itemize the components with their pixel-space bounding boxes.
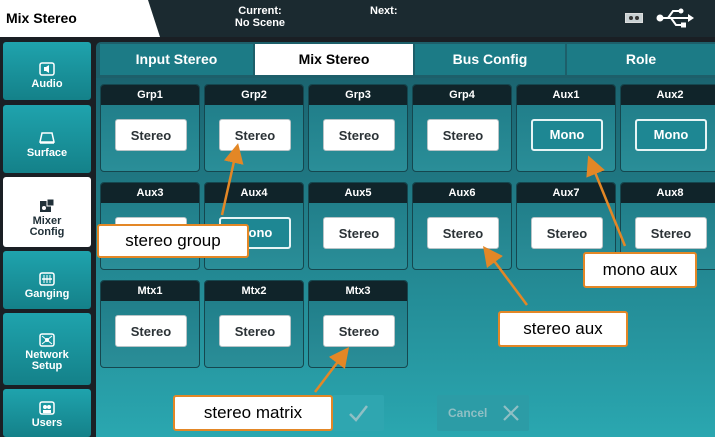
tab-bar: Input Stereo Mix Stereo Bus Config Role bbox=[100, 44, 715, 75]
mode-toggle-button[interactable]: Stereo bbox=[115, 315, 187, 347]
audio-icon bbox=[39, 62, 55, 76]
mode-toggle-button[interactable]: Stereo bbox=[219, 315, 291, 347]
network-setup-icon bbox=[39, 333, 55, 347]
sidebar-item-ganging[interactable]: Ganging bbox=[3, 251, 91, 309]
mix-name: Aux2 bbox=[621, 85, 715, 105]
sidebar-item-audio[interactable]: Audio bbox=[3, 42, 91, 100]
mode-toggle-button[interactable]: Stereo bbox=[115, 119, 187, 151]
surface-icon bbox=[39, 132, 55, 144]
mix-name: Aux3 bbox=[101, 183, 199, 203]
sidebar-item-label: Setup bbox=[31, 360, 63, 372]
mix-cell-mtx1: Mtx1 Stereo bbox=[100, 280, 200, 368]
current-label: Current: bbox=[238, 5, 282, 17]
confirm-button[interactable] bbox=[332, 395, 384, 431]
tab-input-stereo[interactable]: Input Stereo bbox=[100, 44, 253, 75]
x-icon bbox=[503, 405, 519, 421]
tape-icon[interactable] bbox=[625, 13, 643, 23]
mode-toggle-button[interactable]: Stereo bbox=[531, 217, 603, 249]
mix-cell-grp1: Grp1 Stereo bbox=[100, 84, 200, 172]
mix-name: Aux1 bbox=[517, 85, 615, 105]
top-bar: Mix Stereo Current: No Scene Next: bbox=[0, 0, 715, 37]
mix-cell-aux5: Aux5 Stereo bbox=[308, 182, 408, 270]
screen-title: Mix Stereo bbox=[0, 0, 160, 37]
sidebar-item-label: Config bbox=[29, 226, 65, 238]
current-scene-value: No Scene bbox=[234, 17, 286, 29]
mode-toggle-button[interactable]: Mono bbox=[531, 119, 603, 151]
mix-name: Grp2 bbox=[205, 85, 303, 105]
usb-icon[interactable] bbox=[656, 8, 694, 28]
current-scene: Current: No Scene bbox=[220, 5, 300, 29]
mix-cell-aux1: Aux1 Mono bbox=[516, 84, 616, 172]
mix-name: Aux4 bbox=[205, 183, 303, 203]
sidebar-item-surface[interactable]: Surface bbox=[3, 105, 91, 173]
mix-cell-grp3: Grp3 Stereo bbox=[308, 84, 408, 172]
mode-toggle-button[interactable]: Stereo bbox=[323, 119, 395, 151]
cancel-label: Cancel bbox=[448, 406, 488, 420]
annotation-mono-aux: mono aux bbox=[583, 252, 697, 288]
mix-name: Aux5 bbox=[309, 183, 407, 203]
mixer-config-icon bbox=[40, 199, 55, 212]
mix-cell-aux2: Aux2 Mono bbox=[620, 84, 715, 172]
sidebar-item-mixer-config[interactable]: Mixer Config bbox=[3, 177, 91, 247]
mix-cell-aux6: Aux6 Stereo bbox=[412, 182, 512, 270]
mode-toggle-button[interactable]: Stereo bbox=[219, 119, 291, 151]
sidebar-item-label: Users bbox=[31, 417, 63, 429]
mix-name: Aux8 bbox=[621, 183, 715, 203]
next-label: Next: bbox=[370, 5, 398, 17]
sidebar-item-users[interactable]: Users bbox=[3, 389, 91, 437]
annotation-stereo-aux: stereo aux bbox=[498, 311, 628, 347]
mode-toggle-button[interactable]: Stereo bbox=[427, 119, 499, 151]
mix-cell-grp2: Grp2 Stereo bbox=[204, 84, 304, 172]
mix-name: Grp3 bbox=[309, 85, 407, 105]
mode-toggle-button[interactable]: Stereo bbox=[635, 217, 707, 249]
sidebar-item-label: Audio bbox=[31, 78, 63, 90]
mode-toggle-button[interactable]: Stereo bbox=[323, 315, 395, 347]
cancel-button[interactable]: Cancel bbox=[437, 395, 529, 431]
mode-toggle-button[interactable]: Stereo bbox=[323, 217, 395, 249]
mix-name: Mtx3 bbox=[309, 281, 407, 301]
tab-bus-config[interactable]: Bus Config bbox=[415, 44, 565, 75]
annotation-stereo-matrix: stereo matrix bbox=[173, 395, 333, 431]
mix-cell-mtx2: Mtx2 Stereo bbox=[204, 280, 304, 368]
sidebar-item-label: Surface bbox=[26, 147, 68, 159]
mix-cell-mtx3: Mtx3 Stereo bbox=[308, 280, 408, 368]
sidebar: Audio Surface Mixer Config Ganging Netwo… bbox=[0, 37, 94, 437]
mix-name: Grp4 bbox=[413, 85, 511, 105]
sidebar-item-label: Ganging bbox=[24, 288, 70, 300]
mode-toggle-button[interactable]: Mono bbox=[635, 119, 707, 151]
mix-name: Mtx2 bbox=[205, 281, 303, 301]
mode-toggle-button[interactable]: Stereo bbox=[427, 217, 499, 249]
tab-role[interactable]: Role bbox=[567, 44, 715, 75]
mix-name: Aux6 bbox=[413, 183, 511, 203]
tab-mix-stereo[interactable]: Mix Stereo bbox=[255, 44, 413, 75]
users-icon bbox=[39, 401, 55, 415]
mix-cell-grp4: Grp4 Stereo bbox=[412, 84, 512, 172]
ganging-icon bbox=[39, 272, 55, 286]
annotation-stereo-group: stereo group bbox=[97, 224, 249, 258]
mix-name: Grp1 bbox=[101, 85, 199, 105]
check-icon bbox=[349, 405, 368, 422]
mix-name: Mtx1 bbox=[101, 281, 199, 301]
sidebar-item-network-setup[interactable]: Network Setup bbox=[3, 313, 91, 385]
mix-name: Aux7 bbox=[517, 183, 615, 203]
